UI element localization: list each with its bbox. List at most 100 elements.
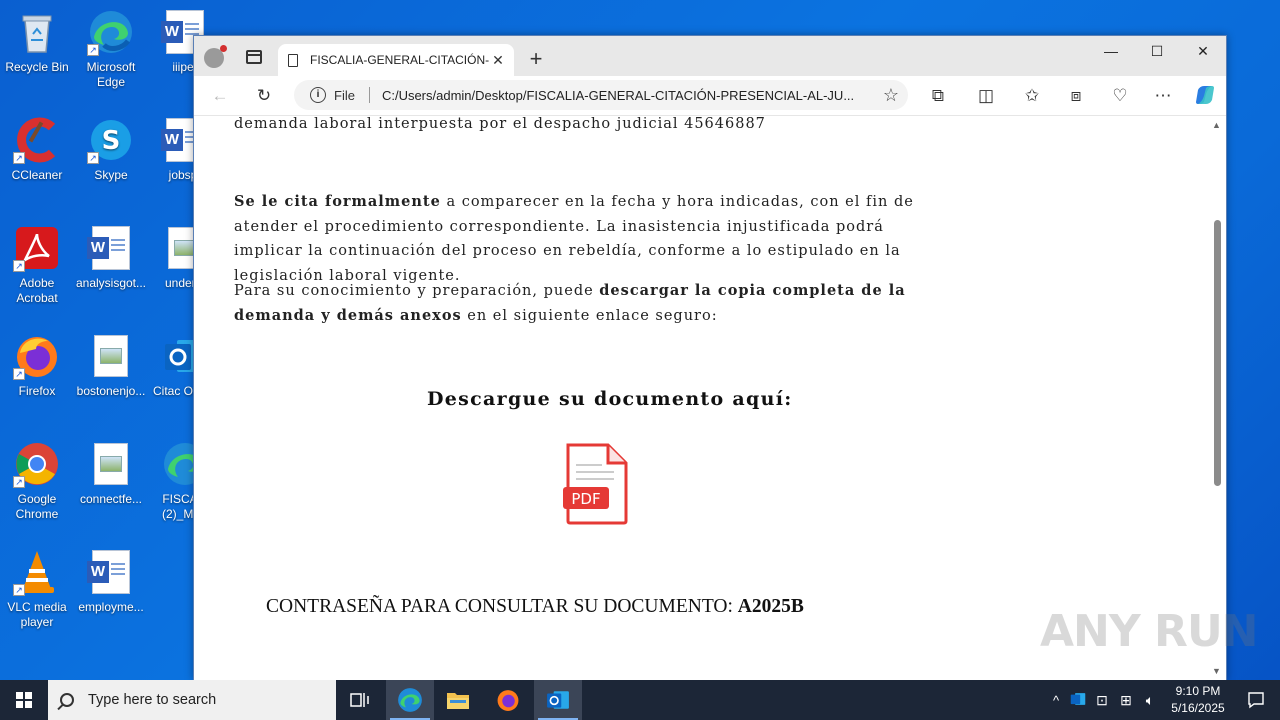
desktop-icon-label: Skype <box>94 168 128 182</box>
more-options-icon[interactable]: ⋯ <box>1151 84 1175 108</box>
clock-time: 9:10 PM <box>1175 684 1221 698</box>
desktop-icon-google-chrome[interactable]: ↗ Google Chrome <box>0 440 74 522</box>
word-document-icon: W <box>87 224 135 272</box>
firefox-icon <box>497 690 519 711</box>
pdf-label: PDF <box>571 490 600 508</box>
scroll-thumb[interactable] <box>1214 220 1221 486</box>
info-icon[interactable]: i <box>310 87 326 103</box>
chrome-icon: ↗ <box>13 440 61 488</box>
taskbar-outlook[interactable] <box>534 680 582 720</box>
maximize-button[interactable]: ☐ <box>1134 36 1180 68</box>
search-icon <box>60 693 74 707</box>
notification-icon <box>1248 692 1264 709</box>
edge-icon <box>398 688 422 712</box>
citation-bold: Se le cita formalmente <box>234 193 441 210</box>
close-window-button[interactable]: ✕ <box>1180 36 1226 68</box>
collections-icon[interactable]: ⧈ <box>1064 84 1088 108</box>
scroll-down-arrow-icon[interactable]: ▼ <box>1212 666 1221 676</box>
shortcut-arrow-icon: ↗ <box>13 260 25 272</box>
shortcut-arrow-icon: ↗ <box>87 44 99 56</box>
skype-icon: S ↗ <box>87 116 135 164</box>
download-text-start: Para su conocimiento y preparación, pued… <box>234 283 600 299</box>
password-value: A2025B <box>737 596 804 617</box>
desktop-icon-vlc[interactable]: ↗ VLC media player <box>0 548 74 630</box>
favorites-icon[interactable]: ✩ <box>1020 84 1044 108</box>
taskbar-search[interactable]: Type here to search <box>48 680 336 720</box>
back-arrow-icon[interactable]: ← <box>208 84 232 108</box>
profile-avatar-icon[interactable] <box>204 45 227 68</box>
desktop-icon-label: analysisgot... <box>75 276 147 290</box>
desktop-icon-label: Firefox <box>18 384 56 398</box>
taskbar-clock[interactable]: 9:10 PM 5/16/2025 <box>1160 683 1236 717</box>
volume-icon[interactable]: 🔈︎ <box>1138 692 1162 709</box>
image-file-icon <box>87 440 135 488</box>
tab-fiscalia[interactable]: FISCALIA-GENERAL-CITACIÓN-P ✕ <box>278 44 514 76</box>
taskbar-edge[interactable] <box>386 680 434 720</box>
desktop-icon-recycle-bin[interactable]: Recycle Bin <box>0 8 74 75</box>
folder-icon <box>447 693 469 709</box>
shortcut-arrow-icon: ↗ <box>13 152 25 164</box>
windows-logo-icon <box>16 692 32 708</box>
tab-actions-icon[interactable] <box>246 50 262 64</box>
pdf-download-link[interactable]: PDF <box>562 443 628 525</box>
svg-text:S: S <box>102 126 121 156</box>
favorite-star-icon[interactable]: ☆ <box>874 85 908 106</box>
extensions-icon[interactable]: ⧉ <box>926 84 950 108</box>
refresh-icon[interactable]: ↻ <box>252 84 276 108</box>
pdf-file-icon[interactable]: PDF <box>562 443 628 525</box>
clock-date: 5/16/2025 <box>1171 701 1225 715</box>
desktop-icon-label: CCleaner <box>11 168 63 182</box>
split-screen-icon[interactable]: ◫ <box>974 84 998 108</box>
minimize-button[interactable]: — <box>1088 36 1134 68</box>
desktop-icon-adobe-acrobat[interactable]: ↗ Adobe Acrobat <box>0 224 74 306</box>
firefox-icon: ↗ <box>13 332 61 380</box>
copilot-icon[interactable] <box>1193 84 1217 108</box>
word-document-icon: W <box>87 548 135 596</box>
citation-paragraph: Se le cita formalmente a comparecer en l… <box>234 190 954 288</box>
edge-icon: ↗ <box>87 8 135 56</box>
new-tab-button[interactable]: + <box>524 46 548 72</box>
desktop-icon-firefox[interactable]: ↗ Firefox <box>0 332 74 399</box>
desktop-icon-label: connectfe... <box>79 492 143 506</box>
desktop-icon-microsoft-edge[interactable]: ↗ Microsoft Edge <box>74 8 148 90</box>
address-bar[interactable]: i File C:/Users/admin/Desktop/FISCALIA-G… <box>294 80 908 110</box>
page-content: demanda laboral interpuesta por el despa… <box>194 116 1210 681</box>
outlook-icon <box>547 691 569 709</box>
desktop-icon-skype[interactable]: S ↗ Skype <box>74 116 148 183</box>
scheme-label: File <box>334 87 355 103</box>
scroll-up-arrow-icon[interactable]: ▲ <box>1212 120 1221 130</box>
browser-essentials-icon[interactable]: ♡ <box>1108 84 1132 108</box>
password-line: CONTRASEÑA PARA CONSULTAR SU DOCUMENTO: … <box>266 596 804 618</box>
desktop-icon-word-doc[interactable]: W employme... <box>74 548 148 615</box>
task-view-button[interactable] <box>336 680 384 720</box>
title-bar: FISCALIA-GENERAL-CITACIÓN-P ✕ + — ☐ ✕ <box>194 36 1226 76</box>
download-paragraph: Para su conocimiento y preparación, pued… <box>234 279 954 328</box>
desktop-icon-word-doc[interactable]: W analysisgot... <box>74 224 148 291</box>
desktop-icon-label: VLC media player <box>7 600 67 629</box>
show-hidden-icons-chevron-icon[interactable]: ^ <box>1046 693 1066 708</box>
network-icon[interactable]: ⊞ <box>1114 692 1138 709</box>
download-heading: Descargue su documento aquí: <box>427 388 793 410</box>
taskbar: Type here to search ^ ⊡ ⊞ 🔈︎ 9:10 PM 5/1… <box>0 680 1280 720</box>
tray-outlook-icon[interactable] <box>1066 691 1090 710</box>
recycle-bin-icon <box>13 8 61 56</box>
taskbar-firefox[interactable] <box>484 680 532 720</box>
search-placeholder: Type here to search <box>88 692 217 708</box>
watermark-text: ANY RUN <box>1040 606 1258 657</box>
desktop-icon-label: bostonenjo... <box>76 384 146 398</box>
shortcut-arrow-icon: ↗ <box>87 152 99 164</box>
tab-close-icon[interactable]: ✕ <box>490 52 506 69</box>
desktop-icon-label: Microsoft Edge <box>86 60 136 89</box>
url-text[interactable]: C:/Users/admin/Desktop/FISCALIA-GENERAL-… <box>382 88 874 103</box>
desktop-icon-image-file[interactable]: connectfe... <box>74 440 148 507</box>
start-button[interactable] <box>0 680 48 720</box>
vertical-scrollbar[interactable]: ▲ ▼ <box>1208 116 1226 681</box>
notification-center-button[interactable] <box>1232 680 1280 720</box>
tray-device-icon[interactable]: ⊡ <box>1090 692 1114 709</box>
image-file-icon <box>87 332 135 380</box>
taskbar-file-explorer[interactable] <box>434 680 482 720</box>
desktop-icon-label: employme... <box>78 600 144 614</box>
desktop-icon-ccleaner[interactable]: ↗ CCleaner <box>0 116 74 183</box>
desktop-icon-image-file[interactable]: bostonenjo... <box>74 332 148 399</box>
demand-line: demanda laboral interpuesta por el despa… <box>234 116 766 132</box>
